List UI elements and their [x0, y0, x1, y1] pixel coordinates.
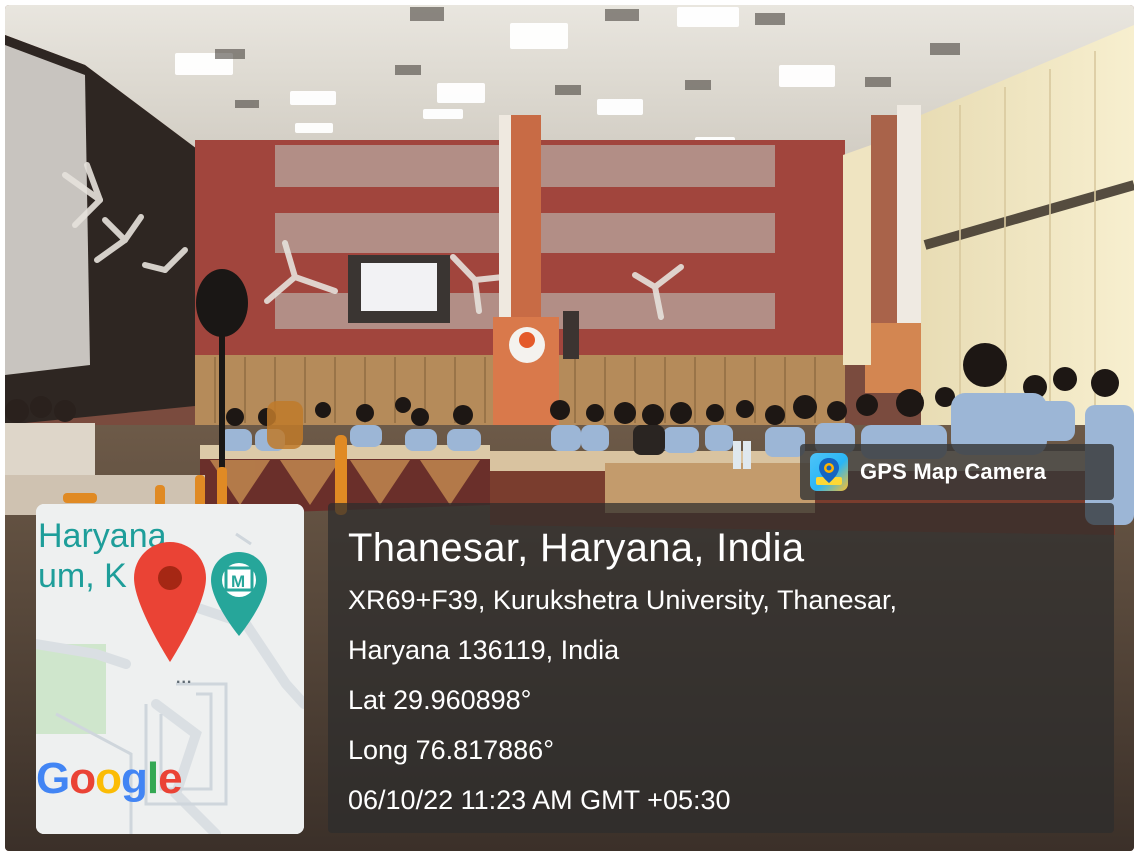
google-logo-letter: G [36, 754, 70, 803]
google-logo-letter: l [146, 754, 159, 803]
map-ellipsis: ... [176, 670, 193, 687]
google-logo-letter: g [121, 754, 148, 803]
google-logo-letter: e [158, 754, 183, 803]
google-logo-letter: o [69, 754, 96, 803]
gps-map-camera-tag: GPS Map Camera [800, 444, 1114, 500]
google-logo: Google [36, 754, 183, 804]
map-pin-camera-icon [810, 453, 848, 491]
address-line-1: XR69+F39, Kurukshetra University, Thanes… [348, 585, 898, 615]
latitude-value: Lat 29.960898° [348, 685, 532, 715]
location-info-panel: Thanesar, Haryana, India XR69+F39, Kuruk… [328, 503, 1114, 833]
gps-tag-label: GPS Map Camera [860, 459, 1047, 484]
location-title: Thanesar, Haryana, India [348, 526, 805, 570]
map-pin-icon [134, 542, 206, 662]
google-logo-letter: o [95, 754, 122, 803]
museum-glyph: M [231, 572, 246, 591]
longitude-value: Long 76.817886° [348, 735, 554, 765]
museum-marker-icon: M [208, 550, 270, 640]
address-line-2: Haryana 136119, India [348, 635, 620, 665]
datetime-value: 06/10/22 11:23 AM GMT +05:30 [348, 785, 731, 815]
map-thumbnail: Haryana um, K M ... Google [36, 504, 304, 834]
